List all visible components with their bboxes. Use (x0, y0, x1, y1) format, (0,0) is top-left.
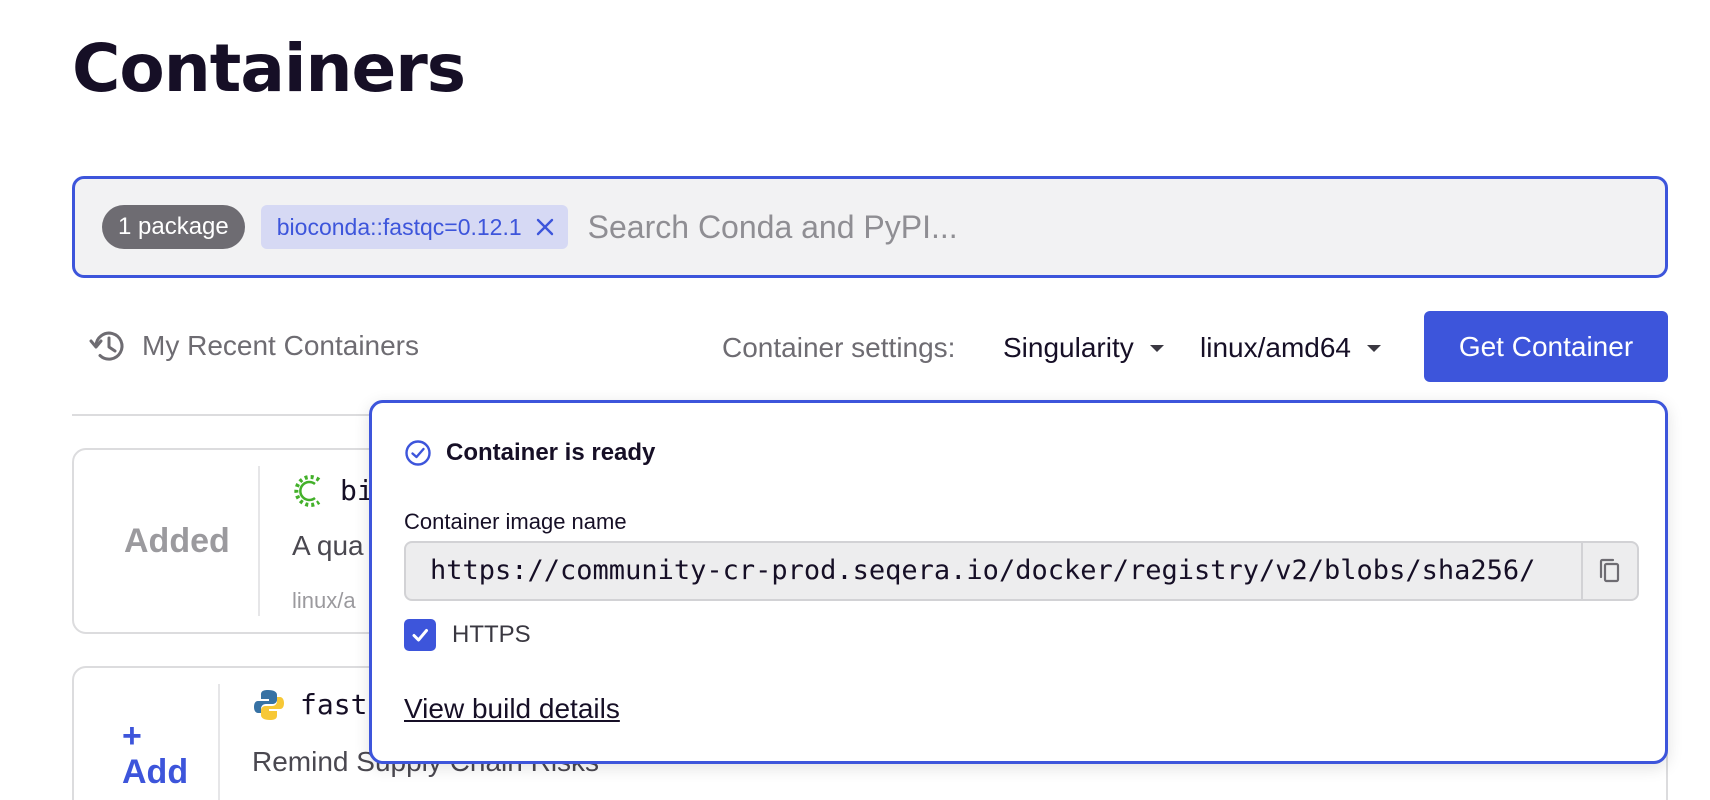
added-status-label: Added (124, 522, 230, 560)
chevron-down-icon (1366, 344, 1381, 352)
image-name-field[interactable]: https://community-cr-prod.seqera.io/dock… (404, 541, 1639, 601)
recent-containers-label: My Recent Containers (142, 330, 420, 361)
container-ready-popover: Container is ready Container image name … (369, 400, 1668, 764)
selected-package-chip: bioconda::fastqc=0.12.1 (260, 205, 568, 249)
python-icon (254, 690, 284, 720)
copy-icon (1599, 558, 1620, 583)
https-label: HTTPS (452, 621, 531, 648)
ready-status: Container is ready (404, 439, 655, 467)
page: Containers 1 package bioconda::fastqc=0.… (0, 0, 1710, 800)
platform-select[interactable]: linux/amd64 (1200, 332, 1381, 364)
get-container-button[interactable]: Get Container (1424, 311, 1668, 382)
package-search-box[interactable]: 1 package bioconda::fastqc=0.12.1 (72, 176, 1668, 278)
search-input[interactable] (587, 197, 1665, 257)
selected-package-label: bioconda::fastqc=0.12.1 (276, 213, 522, 240)
image-name-label: Container image name (404, 509, 627, 534)
package-count-badge: 1 package (102, 205, 245, 249)
add-button[interactable]: + Add (122, 718, 188, 790)
copy-button[interactable] (1581, 543, 1637, 599)
plus-icon: + (122, 717, 142, 755)
close-icon[interactable] (534, 216, 556, 238)
history-icon (89, 331, 124, 361)
format-select-value: Singularity (1003, 332, 1134, 363)
ready-status-text: Container is ready (446, 439, 656, 466)
image-name-value[interactable]: https://community-cr-prod.seqera.io/dock… (430, 543, 1579, 599)
chevron-down-icon (1149, 344, 1164, 352)
container-settings-label: Container settings: (722, 332, 956, 363)
card-divider (258, 466, 260, 616)
page-title: Containers (72, 30, 466, 107)
result-platform: linux/a (292, 588, 356, 613)
https-checkbox[interactable] (404, 619, 436, 651)
platform-select-value: linux/amd64 (1200, 332, 1351, 363)
recent-containers-link[interactable]: My Recent Containers (88, 326, 419, 366)
conda-icon (294, 475, 321, 507)
card-divider (218, 684, 220, 800)
result-description: A qua (292, 530, 364, 561)
checkmark-icon (412, 629, 428, 642)
check-circle-icon (405, 440, 431, 466)
view-build-details-link[interactable]: View build details (404, 693, 620, 725)
format-select[interactable]: Singularity (1003, 332, 1164, 364)
add-label: Add (122, 753, 189, 791)
https-option[interactable]: HTTPS (404, 619, 531, 651)
